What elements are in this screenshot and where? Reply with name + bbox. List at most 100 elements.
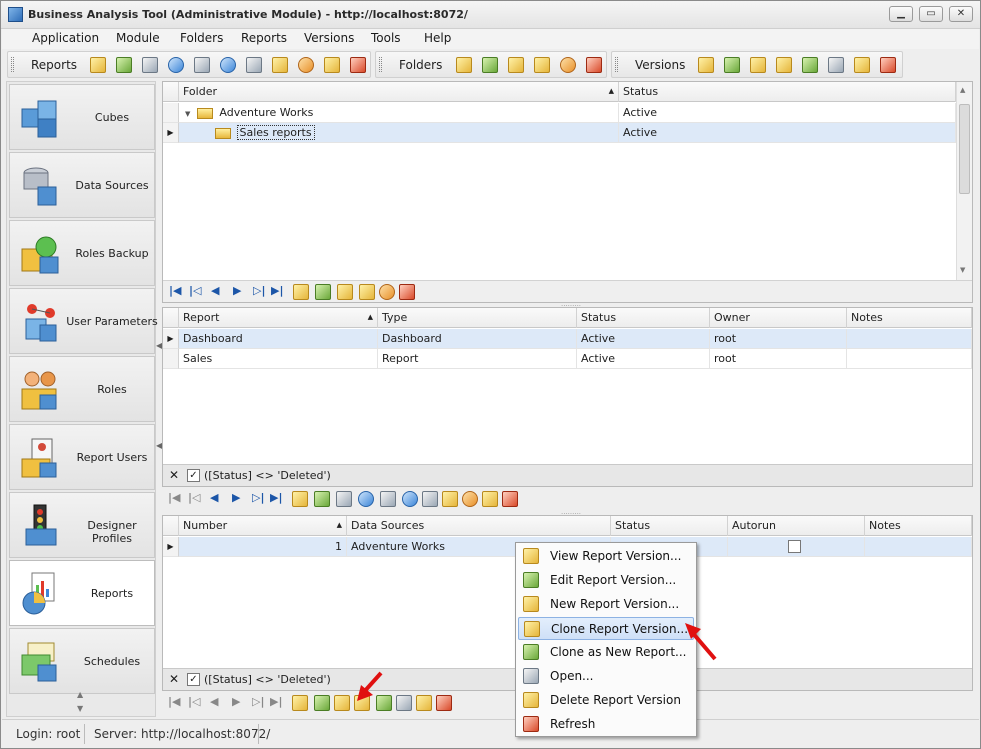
- close-button[interactable]: ✕: [949, 6, 973, 22]
- toolbar-grip[interactable]: [379, 57, 382, 72]
- column-header-notes[interactable]: Notes: [865, 516, 972, 536]
- next-page-icon[interactable]: ▷|: [252, 491, 264, 504]
- clone-version-icon[interactable]: [776, 57, 792, 73]
- menu-versions[interactable]: Versions: [304, 31, 354, 45]
- next-record-icon[interactable]: ▶: [233, 284, 241, 297]
- new-folder-icon[interactable]: [508, 57, 524, 73]
- menu-module[interactable]: Module: [116, 31, 160, 45]
- refresh-reports-icon[interactable]: [350, 57, 366, 73]
- first-page-icon[interactable]: |◀: [169, 284, 181, 297]
- view-report-icon[interactable]: [90, 57, 106, 73]
- menu-item-edit-report-version[interactable]: Edit Report Version...: [518, 569, 694, 592]
- edit-report-icon[interactable]: [314, 491, 330, 507]
- report-chart-icon[interactable]: [142, 57, 158, 73]
- delete-folder-icon[interactable]: [359, 284, 375, 300]
- attach-icon[interactable]: [422, 491, 438, 507]
- prev-record-icon[interactable]: ◀: [210, 695, 218, 708]
- new-version-icon[interactable]: [750, 57, 766, 73]
- attach-icon[interactable]: [246, 57, 262, 73]
- edit-folder-icon[interactable]: [482, 57, 498, 73]
- menu-item-view-report-version[interactable]: View Report Version...: [518, 545, 694, 568]
- menu-application[interactable]: Application: [32, 31, 99, 45]
- sidebar-item-roles[interactable]: Roles: [9, 356, 155, 422]
- refresh-versions-icon[interactable]: [436, 695, 452, 711]
- delete-version-icon[interactable]: [854, 57, 870, 73]
- prev-record-icon[interactable]: ◀: [211, 284, 219, 297]
- prev-page-icon[interactable]: |◁: [189, 284, 201, 297]
- column-header-notes[interactable]: Notes: [847, 308, 972, 328]
- edit-version-icon[interactable]: [724, 57, 740, 73]
- table-row[interactable]: Sales Report Active root: [163, 349, 972, 369]
- filter-enabled-checkbox[interactable]: ✓: [187, 469, 200, 482]
- prev-page-icon[interactable]: |◁: [188, 491, 200, 504]
- scroll-thumb[interactable]: [959, 104, 970, 194]
- sidebar-item-data-sources[interactable]: Data Sources: [9, 152, 155, 218]
- delete-folder-icon[interactable]: [534, 57, 550, 73]
- column-header-owner[interactable]: Owner: [710, 308, 847, 328]
- menu-item-clone-as-new-report[interactable]: Clone as New Report...: [518, 641, 694, 664]
- column-header-autorun[interactable]: Autorun: [728, 516, 865, 536]
- menu-item-refresh[interactable]: Refresh: [518, 713, 694, 736]
- prev-page-icon[interactable]: |◁: [188, 695, 200, 708]
- column-header-report[interactable]: Report ▲: [179, 308, 378, 328]
- menu-help[interactable]: Help: [424, 31, 451, 45]
- column-header-folder[interactable]: Folder ▲: [179, 82, 619, 102]
- scroll-down-icon[interactable]: ▼: [960, 266, 965, 274]
- delete-version-icon[interactable]: [416, 695, 432, 711]
- toolbar-grip[interactable]: [11, 57, 14, 72]
- report-users-icon[interactable]: [462, 491, 478, 507]
- sidebar-item-user-parameters[interactable]: User Parameters: [9, 288, 158, 354]
- publish-icon[interactable]: [220, 57, 236, 73]
- folders-vertical-scrollbar[interactable]: ▲ ▼: [956, 82, 972, 280]
- sidebar-item-schedules[interactable]: Schedules: [9, 628, 155, 694]
- schedule-report-icon[interactable]: [380, 491, 396, 507]
- edit-folder-icon[interactable]: [315, 284, 331, 300]
- open-version-icon[interactable]: [396, 695, 412, 711]
- column-header-status[interactable]: Status: [577, 308, 710, 328]
- delete-report-icon[interactable]: [324, 57, 340, 73]
- maximize-button[interactable]: ▭: [919, 6, 943, 22]
- report-properties-icon[interactable]: [442, 491, 458, 507]
- folder-users-icon[interactable]: [560, 57, 576, 73]
- view-folder-icon[interactable]: [456, 57, 472, 73]
- view-version-icon[interactable]: [698, 57, 714, 73]
- toolbar-grip[interactable]: [615, 57, 618, 72]
- menu-reports[interactable]: Reports: [241, 31, 287, 45]
- open-version-icon[interactable]: [828, 57, 844, 73]
- filter-text[interactable]: ([Status] <> 'Deleted'): [204, 673, 331, 686]
- last-page-icon[interactable]: ▶|: [271, 284, 283, 297]
- sidebar-scroll-down-icon[interactable]: ▼: [77, 704, 83, 713]
- tree-row[interactable]: ▶ Sales reports Active: [163, 123, 956, 143]
- sidebar-item-roles-backup[interactable]: Roles Backup: [9, 220, 155, 286]
- prev-record-icon[interactable]: ◀: [210, 491, 218, 504]
- new-folder-icon[interactable]: [337, 284, 353, 300]
- next-record-icon[interactable]: ▶: [232, 491, 240, 504]
- run-report-icon[interactable]: [358, 491, 374, 507]
- next-page-icon[interactable]: ▷|: [253, 284, 265, 297]
- sidebar-item-designer-profiles[interactable]: Designer Profiles: [9, 492, 155, 558]
- column-header-status[interactable]: Status: [611, 516, 728, 536]
- menu-folders[interactable]: Folders: [180, 31, 223, 45]
- clear-filter-icon[interactable]: ✕: [169, 672, 179, 686]
- autorun-checkbox[interactable]: [788, 540, 801, 553]
- last-page-icon[interactable]: ▶|: [270, 695, 282, 708]
- sidebar-item-report-users[interactable]: Report Users: [9, 424, 155, 490]
- menu-item-delete-report-version[interactable]: Delete Report Version: [518, 689, 694, 712]
- sidebar-item-reports[interactable]: Reports: [9, 560, 155, 626]
- sidebar-item-cubes[interactable]: Cubes: [9, 84, 155, 150]
- refresh-folders-icon[interactable]: [399, 284, 415, 300]
- edit-report-icon[interactable]: [116, 57, 132, 73]
- refresh-folders-icon[interactable]: [586, 57, 602, 73]
- filter-text[interactable]: ([Status] <> 'Deleted'): [204, 469, 331, 482]
- tree-collapse-icon[interactable]: ▼: [185, 110, 190, 118]
- report-properties-icon[interactable]: [272, 57, 288, 73]
- report-chart-icon[interactable]: [336, 491, 352, 507]
- scroll-up-icon[interactable]: ▲: [960, 86, 965, 94]
- column-header-type[interactable]: Type: [378, 308, 577, 328]
- last-page-icon[interactable]: ▶|: [270, 491, 282, 504]
- tree-row[interactable]: ▼ Adventure Works Active: [163, 103, 956, 123]
- run-report-icon[interactable]: [168, 57, 184, 73]
- publish-icon[interactable]: [402, 491, 418, 507]
- folder-users-icon[interactable]: [379, 284, 395, 300]
- table-row[interactable]: ▶ Dashboard Dashboard Active root: [163, 329, 972, 349]
